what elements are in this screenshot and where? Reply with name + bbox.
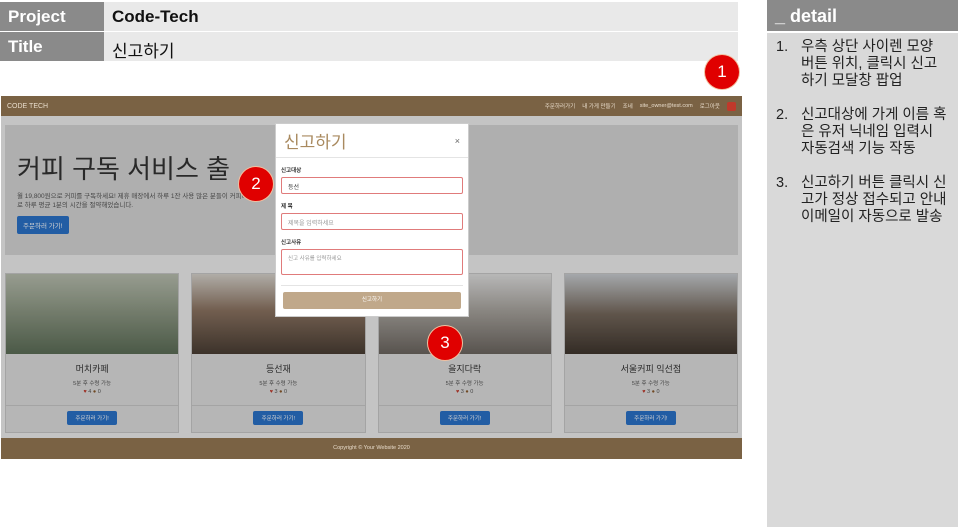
marker-2: 2 bbox=[239, 167, 273, 201]
storyboard-page: Project Code-Tech Title 신고하기 CODE TECH 주… bbox=[0, 0, 958, 527]
subject-label: 제 목 bbox=[281, 204, 293, 210]
nav-link-order[interactable]: 주문하러가기 bbox=[545, 102, 575, 110]
marker-3: 3 bbox=[428, 326, 462, 360]
title-key: Title bbox=[0, 32, 104, 62]
footer: Copyright © Your Website 2020 bbox=[1, 438, 742, 459]
report-modal: 신고하기 × 신고대상 등선 제 목 제목을 입력하세요 신고사유 신고 사유를… bbox=[275, 123, 469, 317]
detail-item: 2. 신고대상에 가게 이름 혹은 유저 닉네임 입력시 자동검색 기능 작동 bbox=[773, 107, 950, 158]
reason-label: 신고사유 bbox=[281, 240, 302, 246]
app-screenshot: CODE TECH 주문하러가기 내 가게 만들기 조네 site_owner@… bbox=[1, 96, 742, 459]
nav-link-logout[interactable]: 로그아웃 bbox=[700, 102, 720, 110]
title-row: Title 신고하기 bbox=[0, 32, 738, 62]
nav-user-email[interactable]: site_owner@test.com bbox=[640, 103, 693, 109]
detail-item-number: 1. bbox=[776, 39, 789, 55]
modal-divider bbox=[281, 285, 463, 286]
nav-link-3[interactable]: 조네 bbox=[623, 102, 633, 110]
target-label: 신고대상 bbox=[281, 168, 302, 174]
report-submit-button[interactable]: 신고하기 bbox=[283, 292, 461, 309]
reason-textarea[interactable]: 신고 사유를 입력하세요 bbox=[281, 249, 463, 275]
modal-title: 신고하기 bbox=[284, 133, 347, 152]
project-value: Code-Tech bbox=[104, 2, 738, 32]
detail-list: 1. 우측 상단 사이렌 모양 버튼 위치, 클릭시 신고하기 모달창 팝업 2… bbox=[767, 33, 958, 226]
brand-logo[interactable]: CODE TECH bbox=[7, 103, 48, 110]
detail-title: _ detail bbox=[767, 0, 958, 33]
close-icon[interactable]: × bbox=[455, 136, 460, 146]
detail-item: 3. 신고하기 버튼 클릭시 신고가 정상 접수되고 안내 이메일이 자동으로 … bbox=[773, 175, 950, 226]
title-value: 신고하기 bbox=[104, 32, 738, 62]
detail-panel: _ detail 1. 우측 상단 사이렌 모양 버튼 위치, 클릭시 신고하기… bbox=[767, 0, 958, 527]
detail-item-number: 2. bbox=[776, 107, 789, 123]
target-input[interactable]: 등선 bbox=[281, 177, 463, 194]
detail-item-text: 신고하기 버튼 클릭시 신고가 정상 접수되고 안내 이메일이 자동으로 발송 bbox=[801, 175, 947, 225]
project-row: Project Code-Tech bbox=[0, 2, 738, 32]
project-key: Project bbox=[0, 2, 104, 32]
nav-links: 주문하러가기 내 가게 만들기 조네 site_owner@test.com 로… bbox=[545, 101, 736, 111]
modal-header: 신고하기 × bbox=[276, 124, 468, 158]
modal-body: 신고대상 등선 제 목 제목을 입력하세요 신고사유 신고 사유를 입력하세요 … bbox=[276, 158, 468, 309]
detail-item: 1. 우측 상단 사이렌 모양 버튼 위치, 클릭시 신고하기 모달창 팝업 bbox=[773, 39, 950, 90]
siren-icon[interactable] bbox=[727, 101, 736, 111]
nav-link-my-store[interactable]: 내 가게 만들기 bbox=[582, 102, 615, 110]
subject-input[interactable]: 제목을 입력하세요 bbox=[281, 213, 463, 230]
detail-item-number: 3. bbox=[776, 175, 789, 191]
detail-item-text: 신고대상에 가게 이름 혹은 유저 닉네임 입력시 자동검색 기능 작동 bbox=[801, 107, 947, 157]
detail-item-text: 우측 상단 사이렌 모양 버튼 위치, 클릭시 신고하기 모달창 팝업 bbox=[801, 39, 938, 89]
marker-1: 1 bbox=[705, 55, 739, 89]
top-nav: CODE TECH 주문하러가기 내 가게 만들기 조네 site_owner@… bbox=[1, 96, 742, 116]
